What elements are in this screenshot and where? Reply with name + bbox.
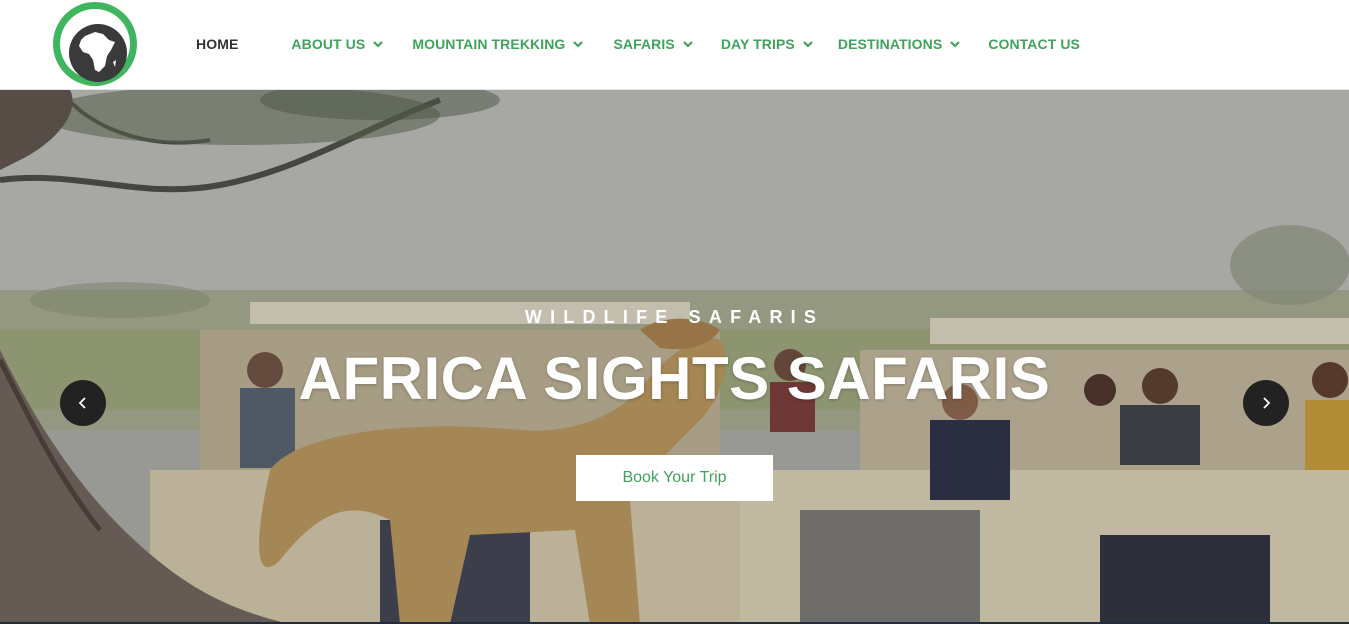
site-logo[interactable] <box>51 0 139 88</box>
nav-safaris-label: SAFARIS <box>613 36 675 52</box>
nav-safaris[interactable]: SAFARIS <box>613 29 693 59</box>
chevron-right-icon <box>1263 397 1271 409</box>
nav-day-trips[interactable]: DAY TRIPS <box>721 29 814 59</box>
nav-contact-us-label: CONTACT US <box>988 36 1080 52</box>
hero-slider: WILDLIFE SAFARIS AFRICA SIGHTS SAFARIS B… <box>0 90 1349 624</box>
site-header: HOME ABOUT US MOUNTAIN TREKKING SAFARIS … <box>0 0 1349 90</box>
chevron-down-icon <box>573 41 584 48</box>
nav-home-label: HOME <box>196 36 239 52</box>
main-nav: HOME ABOUT US MOUNTAIN TREKKING SAFARIS … <box>196 0 1080 88</box>
nav-destinations[interactable]: DESTINATIONS <box>838 29 961 59</box>
book-your-trip-button[interactable]: Book Your Trip <box>576 455 773 501</box>
nav-home[interactable]: HOME <box>196 29 238 59</box>
chevron-down-icon <box>373 41 384 48</box>
chevron-down-icon <box>683 41 693 48</box>
nav-contact-us[interactable]: CONTACT US <box>988 29 1080 59</box>
chevron-down-icon <box>803 41 813 48</box>
slider-prev-button[interactable] <box>60 380 106 426</box>
nav-mountain-trekking[interactable]: MOUNTAIN TREKKING <box>412 29 584 59</box>
africa-map-logo-icon <box>53 2 137 86</box>
slider-next-button[interactable] <box>1243 380 1289 426</box>
hero-title: AFRICA SIGHTS SAFARIS <box>298 345 1051 412</box>
nav-about-us-label: ABOUT US <box>291 36 366 52</box>
nav-about-us[interactable]: ABOUT US <box>291 29 384 59</box>
nav-destinations-label: DESTINATIONS <box>837 36 943 52</box>
hero-subtitle: WILDLIFE SAFARIS <box>524 307 825 327</box>
nav-day-trips-label: DAY TRIPS <box>720 36 795 52</box>
nav-mountain-trekking-label: MOUNTAIN TREKKING <box>412 36 566 52</box>
chevron-left-icon <box>78 397 86 409</box>
chevron-down-icon <box>950 41 961 48</box>
